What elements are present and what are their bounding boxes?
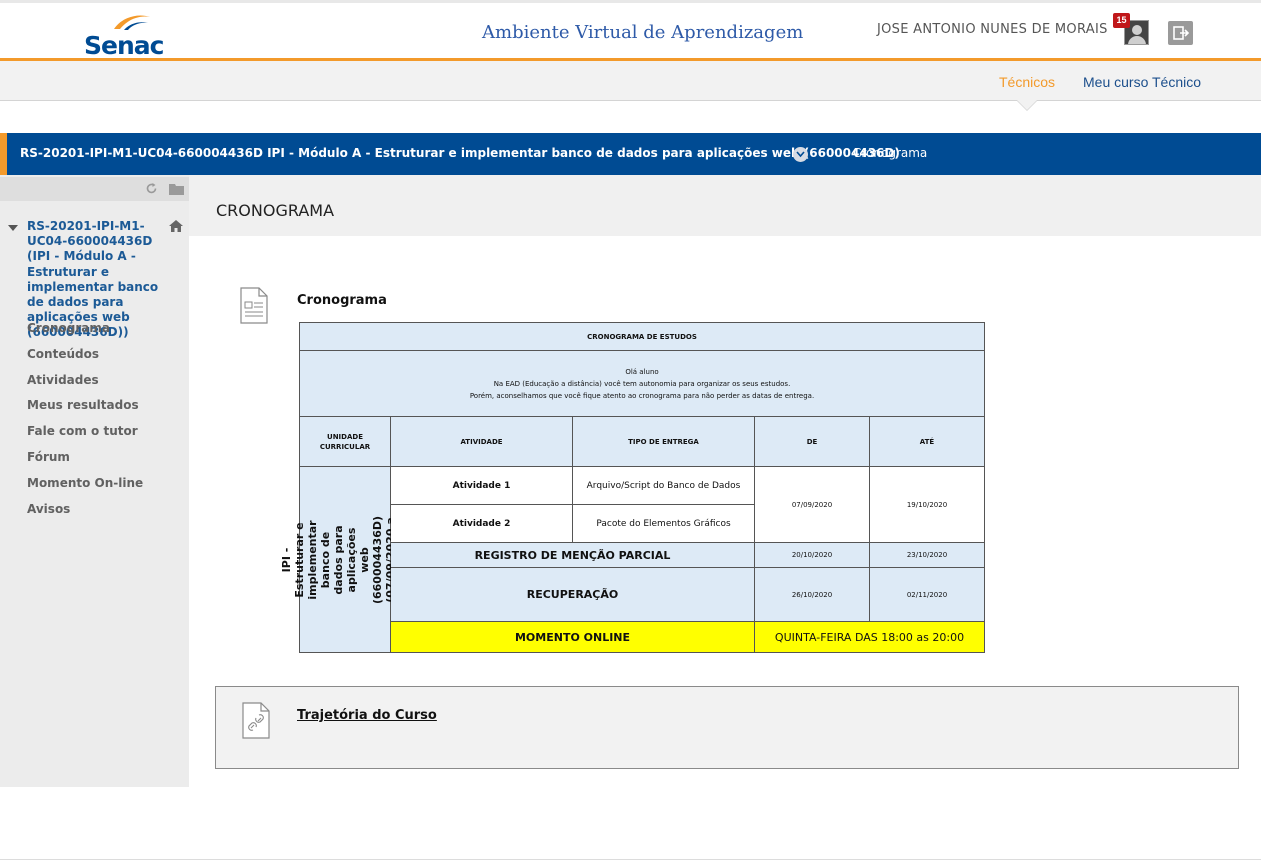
breadcrumb: Cronograma: [853, 146, 928, 160]
intro-line: Na EAD (Educação a distância) você tem a…: [493, 379, 791, 388]
collapse-arrow-icon[interactable]: [8, 225, 18, 231]
content-item-title: Cronograma: [297, 293, 387, 308]
partial-from-date: 20/10/2020: [755, 543, 870, 568]
logo-text: Senac: [84, 31, 164, 60]
activity-delivery: Arquivo/Script do Banco de Dados: [573, 467, 755, 505]
trajetoria-link[interactable]: Trajetória do Curso: [297, 708, 437, 723]
unit-cell: IPI - Estruturar e implementar banco de …: [280, 467, 410, 653]
schedule-image: CRONOGRAMA DE ESTUDOS Olá aluno Na EAD (…: [280, 322, 985, 653]
page-header: CRONOGRAMA: [189, 175, 1261, 236]
document-icon: [240, 287, 268, 324]
recovery-from-date: 26/10/2020: [755, 568, 870, 622]
logo-swoosh-icon: [114, 15, 150, 30]
sidebar-item-avisos[interactable]: Avisos: [27, 502, 143, 528]
link-document-icon: [242, 702, 270, 739]
page-title: CRONOGRAMA: [216, 201, 335, 220]
app-title: Ambiente Virtual de Aprendizagem: [482, 22, 804, 43]
nav-tecnicos-link[interactable]: Técnicos: [999, 74, 1055, 90]
chevron-down-icon: [796, 151, 805, 158]
online-when: QUINTA-FEIRA DAS 18:00 as 20:00: [755, 622, 985, 653]
partial-to-date: 23/10/2020: [870, 543, 985, 568]
logout-button[interactable]: [1168, 21, 1193, 45]
schedule-title: CRONOGRAMA DE ESTUDOS: [300, 323, 985, 351]
activities-to-date: 19/10/2020: [870, 467, 985, 543]
activity-name: Atividade 2: [391, 505, 573, 543]
course-dropdown-button[interactable]: [793, 147, 808, 162]
intro-line: Porém, aconselhamos que você fique atent…: [469, 391, 815, 400]
activity-name: Atividade 1: [391, 467, 573, 505]
course-menu-sidebar: RS-20201-IPI-M1-UC04-660004436D (IPI - M…: [0, 175, 189, 787]
sidebar-item-meus-resultados[interactable]: Meus resultados: [27, 398, 143, 424]
sidebar-item-cronograma[interactable]: Cronograma: [27, 321, 143, 347]
recovery-to-date: 02/11/2020: [870, 568, 985, 622]
home-icon[interactable]: [169, 220, 183, 232]
online-label: MOMENTO ONLINE: [391, 622, 755, 653]
nav-meu-curso-link[interactable]: Meu curso Técnico: [1083, 74, 1201, 90]
refresh-icon[interactable]: [145, 182, 158, 195]
user-name[interactable]: JOSE ANTONIO NUNES DE MORAIS: [877, 22, 1108, 37]
sidebar-toolbar: [0, 177, 189, 201]
notification-badge[interactable]: 15: [1113, 13, 1130, 28]
header-ate: ATÉ: [870, 417, 985, 467]
folder-icon[interactable]: [169, 183, 184, 195]
course-bar: RS-20201-IPI-M1-UC04-660004436D IPI - Mó…: [0, 133, 1261, 175]
footer-divider: [0, 859, 1261, 860]
top-header: Senac Ambiente Virtual de Aprendizagem J…: [0, 0, 1261, 61]
sidebar-item-fale-com-o-tutor[interactable]: Fale com o tutor: [27, 424, 143, 450]
activity-delivery: Pacote do Elementos Gráficos: [573, 505, 755, 543]
sidebar-item-atividades[interactable]: Atividades: [27, 373, 143, 399]
header-atividade: ATIVIDADE: [391, 417, 573, 467]
header-unidade: UNIDADE CURRICULAR: [300, 417, 391, 467]
header-de: DE: [755, 417, 870, 467]
header-tipo-entrega: TIPO DE ENTREGA: [573, 417, 755, 467]
sidebar-menu: Cronograma Conteúdos Atividades Meus res…: [27, 321, 143, 527]
recovery-label: RECUPERAÇÃO: [391, 568, 755, 622]
sidebar-item-forum[interactable]: Fórum: [27, 450, 143, 476]
schedule-intro: Olá aluno Na EAD (Educação a distância) …: [300, 351, 985, 417]
intro-line: Olá aluno: [625, 367, 659, 376]
logout-icon: [1173, 26, 1190, 40]
sidebar-item-momento-online[interactable]: Momento On-line: [27, 476, 143, 502]
sub-navigation: Técnicos Meu curso Técnico: [0, 61, 1261, 101]
sidebar-item-conteudos[interactable]: Conteúdos: [27, 347, 143, 373]
course-title[interactable]: RS-20201-IPI-M1-UC04-660004436D IPI - Mó…: [20, 146, 900, 160]
active-nav-caret-fill: [1017, 100, 1037, 110]
partial-label: REGISTRO DE MENÇÃO PARCIAL: [391, 543, 755, 568]
link-item-card: Trajetória do Curso: [215, 686, 1239, 769]
activities-from-date: 07/09/2020: [755, 467, 870, 543]
senac-logo[interactable]: Senac: [84, 11, 164, 60]
